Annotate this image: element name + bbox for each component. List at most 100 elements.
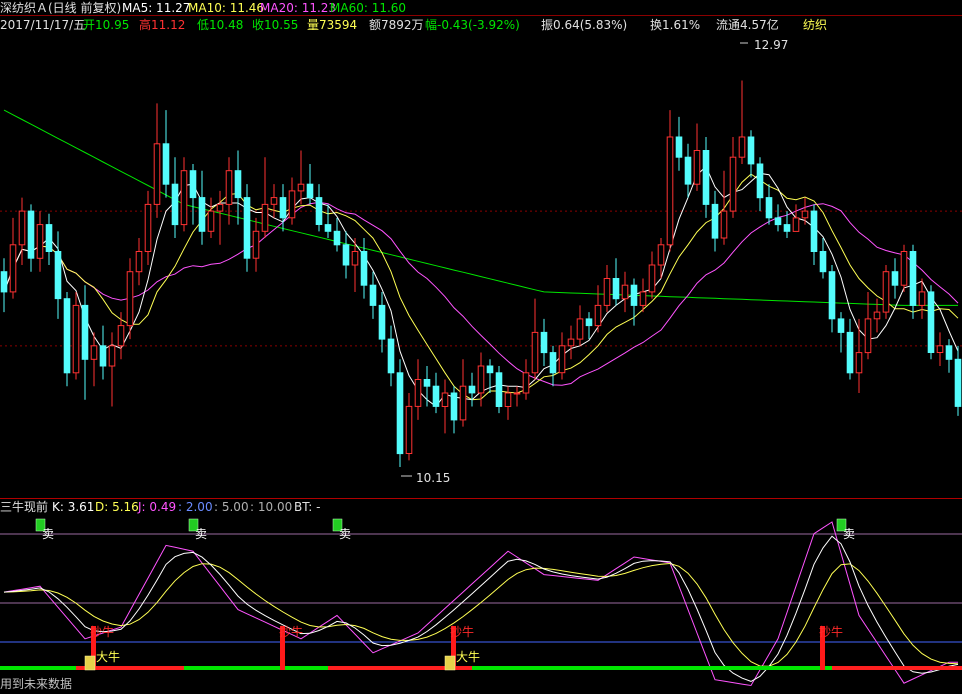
candle-body (9, 244, 17, 293)
candle-body (396, 372, 404, 455)
candle-body (369, 284, 377, 306)
candle-61 (549, 345, 557, 387)
candle-98 (882, 265, 890, 319)
low-marker-label: 10.15 (416, 471, 450, 485)
candle-body (855, 352, 863, 374)
candle-body (432, 385, 440, 407)
candle-68 (612, 258, 620, 306)
indicator-grid (0, 533, 962, 643)
candle-body (135, 251, 143, 273)
candle-20 (180, 157, 188, 232)
candle-body (639, 291, 647, 306)
candle-body (594, 304, 602, 327)
candle-body (756, 163, 764, 199)
candle-26 (234, 150, 242, 225)
candle-body (738, 136, 746, 158)
candle-body (198, 197, 206, 232)
candle-body (621, 284, 629, 300)
candle-49 (441, 379, 449, 434)
candle-88 (792, 204, 800, 232)
candle-body (216, 203, 224, 212)
candle-body (729, 156, 737, 212)
candle-81 (729, 137, 737, 218)
candle-77 (693, 123, 701, 191)
candle-85 (765, 184, 773, 225)
candle-17 (153, 103, 161, 218)
candle-body (513, 392, 521, 395)
candle-body (279, 197, 287, 219)
ma5-label: MA5: 11.27 (122, 1, 190, 15)
candle-body (576, 318, 584, 340)
candle-body (792, 217, 800, 232)
candle-body (945, 345, 953, 360)
info-open: 开10.95 (83, 18, 129, 32)
candle-body (414, 379, 422, 407)
candle-82 (738, 80, 746, 164)
candle-body (459, 385, 467, 421)
candle-78 (702, 137, 710, 218)
candle-body (252, 230, 260, 259)
candle-60 (540, 318, 548, 367)
candle-body (882, 271, 890, 313)
d-label: D: 5.16 (95, 500, 139, 514)
candle-body (423, 379, 431, 387)
candle-53 (477, 352, 485, 407)
candle-body (810, 210, 818, 253)
candle-body (873, 311, 881, 320)
buy-signal-1: 抄牛 (279, 624, 303, 670)
j-line (3, 521, 958, 687)
level3-label: : 10.00 (250, 500, 292, 514)
candle-body (801, 210, 809, 219)
buy-label: 抄牛 (450, 624, 474, 639)
candle-97 (873, 298, 881, 333)
candle-52 (468, 372, 476, 407)
info-amount: 额7892万 (369, 18, 424, 32)
candle-19 (171, 157, 179, 239)
bull-block (444, 655, 456, 671)
candle-body (378, 304, 386, 340)
info-high: 高11.12 (139, 17, 185, 32)
info-bar: 2017/11/17/五 开10.95 高11.12 低10.48 收10.55… (0, 17, 827, 32)
buy-signal-3: 抄牛 (819, 624, 843, 670)
candle-body (27, 210, 35, 259)
candle-2 (18, 197, 26, 265)
sell-label: 卖 (42, 527, 54, 541)
candle-body (819, 251, 827, 273)
candle-86 (774, 204, 782, 232)
bull-block (84, 655, 96, 671)
candle-body (342, 244, 350, 266)
info-close: 收10.55 (252, 18, 298, 32)
candle-body (936, 345, 944, 353)
candle-22 (198, 170, 206, 245)
candle-body (108, 345, 116, 367)
candle-11 (99, 325, 107, 380)
candle-21 (189, 163, 197, 225)
candle-body (720, 210, 728, 239)
candle-body (648, 264, 656, 293)
candle-body (162, 143, 170, 185)
buy-label: 抄牛 (279, 624, 303, 639)
candle-55 (495, 366, 503, 414)
buy-label: 抄牛 (90, 624, 114, 639)
info-amplitude: 振0.64(5.83%) (541, 18, 627, 32)
candle-41 (369, 271, 377, 319)
sell-signal-1: 卖 (188, 518, 207, 541)
ma60-label: MA60: 11.60 (330, 1, 406, 15)
candle-56 (504, 386, 512, 420)
candle-76 (684, 143, 692, 198)
candle-body (927, 291, 935, 353)
candle-body (603, 278, 611, 306)
candle-35 (315, 184, 323, 232)
signal-markers: 卖卖卖卖抄牛抄牛抄牛抄牛抄牛大牛大牛 (35, 518, 855, 671)
candle-body (234, 170, 242, 199)
candle-body (90, 345, 98, 360)
candle-body (36, 224, 44, 259)
candle-body (846, 331, 854, 374)
candle-body (954, 358, 962, 407)
candle-57 (513, 386, 521, 407)
sell-label: 卖 (339, 527, 351, 541)
candle-body (324, 224, 332, 232)
candle-106 (954, 345, 962, 416)
candle-body (630, 284, 638, 306)
high-marker-label: 12.97 (754, 38, 788, 52)
